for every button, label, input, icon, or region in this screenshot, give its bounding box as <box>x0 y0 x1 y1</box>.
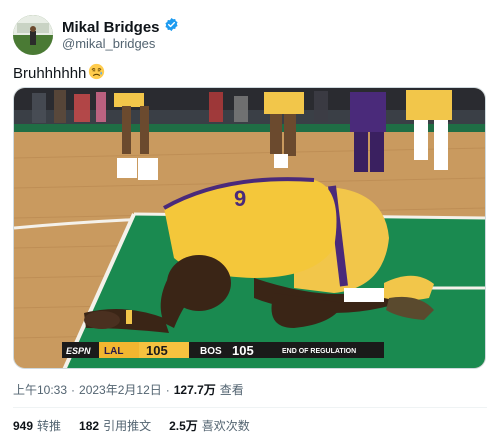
game-status: END OF REGULATION <box>282 348 356 355</box>
tweet-stats: 949 转推 182 引用推文 2.5万 喜欢次数 <box>13 417 250 434</box>
tweet-media-image[interactable]: 9 ESPN LAL 105 BOS 105 END OF REGULATION <box>13 87 486 369</box>
team1-name: LAL <box>104 346 123 357</box>
jersey-number: 9 <box>234 186 246 211</box>
divider <box>13 407 487 408</box>
verified-badge-icon <box>164 17 179 37</box>
likes-count: 2.5万 <box>169 419 198 433</box>
views-count: 127.7万 <box>173 383 216 397</box>
weary-face-emoji-icon <box>88 63 105 84</box>
meta-separator: · <box>71 382 76 397</box>
team2-score: 105 <box>232 343 254 358</box>
author-display-name[interactable]: Mikal Bridges <box>62 19 160 36</box>
tweet-text: Bruhhhhhh <box>13 63 105 84</box>
network-logo: ESPN <box>66 346 91 356</box>
likes-stat[interactable]: 2.5万 喜欢次数 <box>169 417 250 434</box>
retweets-stat[interactable]: 949 转推 <box>13 417 61 434</box>
tweet-meta: 上午10:33 · 2023年2月12日 · 127.7万 查看 <box>13 381 244 398</box>
meta-separator: · <box>165 382 170 397</box>
team1-score: 105 <box>146 343 168 358</box>
tweet-text-body: Bruhhhhhh <box>13 65 87 82</box>
tweet-time[interactable]: 上午10:33 <box>13 381 67 398</box>
team2-name: BOS <box>200 346 222 357</box>
avatar[interactable] <box>13 15 53 55</box>
views-label[interactable]: 查看 <box>220 381 244 398</box>
author-handle[interactable]: @mikal_bridges <box>62 36 155 51</box>
author-name-row[interactable]: Mikal Bridges <box>62 17 179 37</box>
retweets-label: 转推 <box>37 419 62 433</box>
quotes-count: 182 <box>79 419 100 433</box>
quotes-label: 引用推文 <box>103 419 152 433</box>
likes-label: 喜欢次数 <box>201 419 250 433</box>
avatar-image <box>13 15 53 55</box>
quotes-stat[interactable]: 182 引用推文 <box>79 417 151 434</box>
tweet-date[interactable]: 2023年2月12日 <box>79 381 162 398</box>
retweets-count: 949 <box>13 419 34 433</box>
